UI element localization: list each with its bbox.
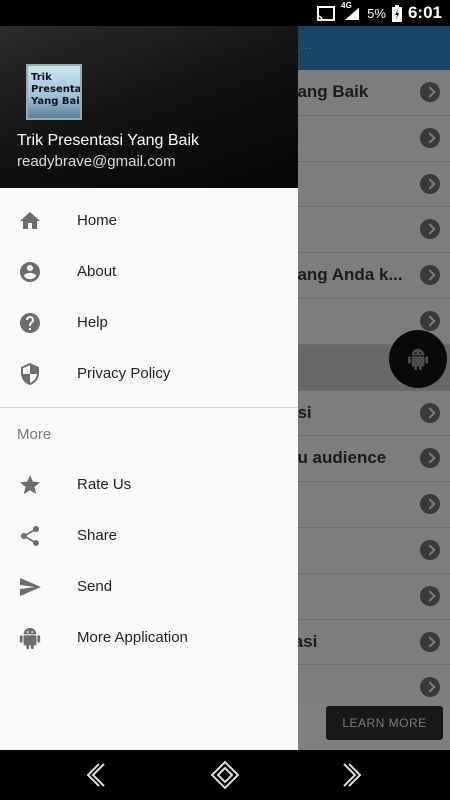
recents-chevron-icon[interactable] (336, 760, 366, 790)
signal-icon: 4G (341, 1, 361, 21)
shield-icon (21, 363, 39, 385)
menu-label: Share (77, 527, 118, 544)
account-circle-icon (20, 262, 40, 282)
system-nav-bar (0, 750, 450, 800)
drawer-menu-more: Rate Us Share Send More Application (0, 460, 298, 664)
menu-item-home[interactable]: Home (0, 196, 298, 247)
home-icon (20, 212, 40, 229)
star-icon (20, 475, 40, 494)
battery-icon (391, 4, 402, 22)
help-icon (20, 313, 40, 333)
clock: 6:01 (407, 3, 442, 22)
app-logo-text: Trik Presentasi Yang Baik (31, 72, 82, 107)
menu-label: About (77, 263, 117, 280)
menu-label: More Application (77, 629, 188, 646)
drawer-header: Trik Presentasi Yang Baik Trik Presentas… (0, 26, 298, 188)
menu-item-rate-us[interactable]: Rate Us (0, 460, 298, 511)
back-chevron-icon[interactable] (82, 760, 112, 790)
menu-item-help[interactable]: Help (0, 298, 298, 349)
account-email: readybrave@gmail.com (17, 153, 176, 170)
status-bar: 4G 5% 6:01 (0, 0, 450, 26)
section-title-more: More (17, 426, 52, 443)
menu-divider (0, 407, 298, 408)
app-logo: Trik Presentasi Yang Baik (26, 64, 82, 120)
menu-item-more-application[interactable]: More Application (0, 613, 298, 664)
battery-percent: 5% (367, 5, 386, 21)
share-icon (21, 526, 39, 546)
menu-label: Home (77, 212, 118, 229)
menu-label: Rate Us (77, 476, 132, 493)
account-name: Trik Presentasi Yang Baik (17, 132, 200, 149)
menu-label: Send (77, 578, 113, 595)
cast-icon (317, 5, 336, 21)
send-icon (20, 578, 41, 596)
home-diamond-icon[interactable] (210, 760, 240, 790)
menu-item-share[interactable]: Share (0, 511, 298, 562)
screen: 4G 5% 6:01 ... yang Baik yang Anda k... as… (0, 0, 450, 800)
menu-item-about[interactable]: About (0, 247, 298, 298)
drawer-menu: Home About Help Privacy Policy (0, 196, 298, 400)
menu-label: Help (77, 314, 108, 331)
android-icon (19, 627, 41, 650)
menu-item-send[interactable]: Send (0, 562, 298, 613)
navigation-drawer: Trik Presentasi Yang Baik Trik Presentas… (0, 26, 298, 750)
menu-label: Privacy Policy (77, 365, 171, 382)
menu-item-privacy-policy[interactable]: Privacy Policy (0, 349, 298, 400)
